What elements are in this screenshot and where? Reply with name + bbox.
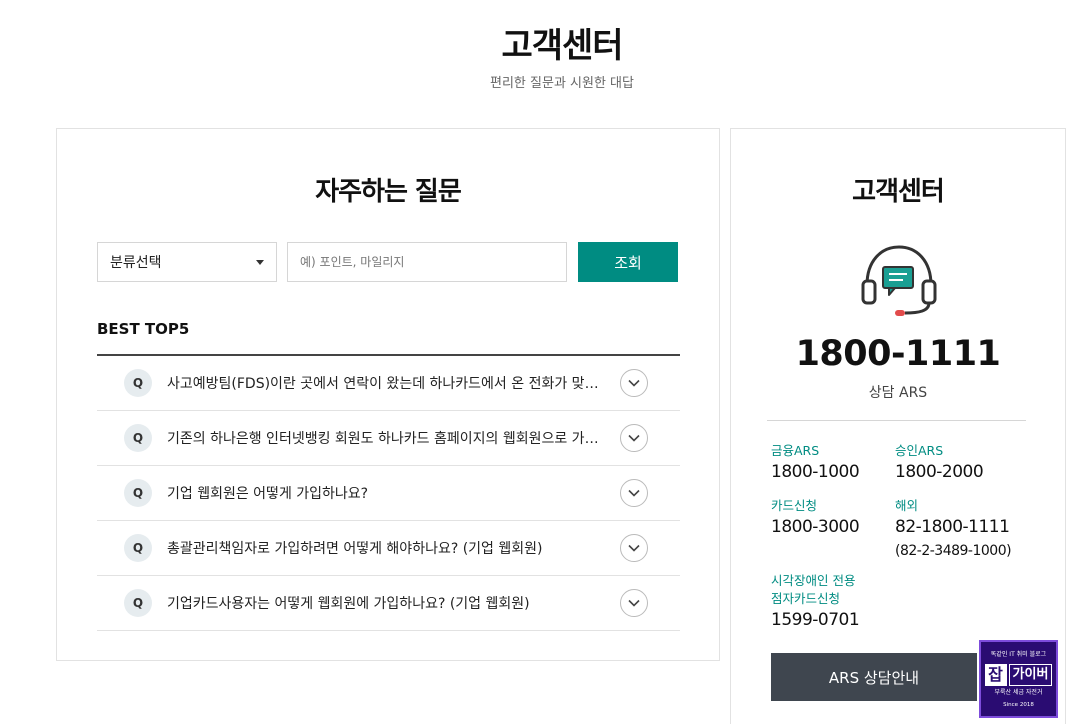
q-badge: Q xyxy=(124,589,152,617)
best-top5-heading: BEST TOP5 xyxy=(97,320,190,338)
page-title: 고객센터 xyxy=(501,26,623,66)
logo-main: 잡 가이버 xyxy=(981,664,1056,686)
logo-since-text: Since 2018 xyxy=(1003,702,1034,708)
blog-watermark-logo: 똑같인 IT 취미 블로그 잡 가이버 부룩산 세금 자전거 Since 201… xyxy=(979,640,1058,718)
phone-label: 시각장애인 전용 xyxy=(771,573,856,588)
phone-label: 카드신청 xyxy=(771,498,818,513)
faq-search-input[interactable] xyxy=(287,242,567,282)
braille-card-entry: 시각장애인 전용 점자카드신청 1599-0701 xyxy=(771,572,860,632)
faq-question: 기존의 하나은행 인터넷뱅킹 회원도 하나카드 홈페이지의 웹회원으로 가입해야… xyxy=(167,431,604,447)
faq-title: 자주하는 질문 xyxy=(315,177,462,207)
customer-center-panel: 고객센터 1800-1111 상담 ARS 금융ARS 1800-1000 승인… xyxy=(730,128,1066,724)
phone-number: 82-1800-1111 xyxy=(895,517,1010,537)
search-button[interactable]: 조회 xyxy=(578,242,678,282)
expand-chevron-icon[interactable] xyxy=(620,369,648,397)
faq-question: 총괄관리책임자로 가입하려면 어떻게 해야하나요? (기업 웹회원) xyxy=(167,541,543,557)
faq-item[interactable]: Q 총괄관리책임자로 가입하려면 어떻게 해야하나요? (기업 웹회원) xyxy=(97,521,680,576)
q-badge: Q xyxy=(124,534,152,562)
expand-chevron-icon[interactable] xyxy=(620,534,648,562)
category-select-value: 분류선택 xyxy=(110,255,162,271)
page-header: 고객센터 편리한 질문과 시원한 대답 xyxy=(0,22,1089,91)
ars-guide-button[interactable]: ARS 상담안내 xyxy=(771,653,977,701)
overseas-entry: 해외 82-1800-1111 (82-2-3489-1000) xyxy=(895,497,1012,561)
expand-chevron-icon[interactable] xyxy=(620,479,648,507)
card-application-entry: 카드신청 1800-3000 xyxy=(771,497,860,539)
phone-label: 해외 xyxy=(895,498,919,513)
logo-sub-text: 부룩산 세금 자전거 xyxy=(994,689,1043,696)
phone-number: 1800-2000 xyxy=(895,462,984,482)
page-subtitle: 편리한 질문과 시원한 대답 xyxy=(490,76,634,91)
q-badge: Q xyxy=(124,369,152,397)
faq-question: 사고예방팀(FDS)이란 곳에서 연락이 왔는데 하나카드에서 온 전화가 맞나… xyxy=(167,376,604,392)
approval-ars-entry: 승인ARS 1800-2000 xyxy=(895,442,984,484)
faq-item[interactable]: Q 사고예방팀(FDS)이란 곳에서 연락이 왔는데 하나카드에서 온 전화가 … xyxy=(97,356,680,411)
logo-box: 잡 xyxy=(984,664,1007,686)
expand-chevron-icon[interactable] xyxy=(620,424,648,452)
finance-ars-entry: 금융ARS 1800-1000 xyxy=(771,442,860,484)
expand-chevron-icon[interactable] xyxy=(620,589,648,617)
phone-label: 점자카드신청 xyxy=(771,591,841,606)
customer-center-title: 고객센터 xyxy=(852,177,945,207)
faq-panel: 자주하는 질문 분류선택 조회 BEST TOP5 Q 사고예방팀(FDS)이란… xyxy=(56,128,720,661)
phone-label: 금융ARS xyxy=(771,443,820,458)
phone-number: 1599-0701 xyxy=(771,610,860,630)
caret-down-icon xyxy=(256,259,264,265)
faq-item[interactable]: Q 기업 웹회원은 어떻게 가입하나요? xyxy=(97,466,680,521)
logo-word: 가이버 xyxy=(1008,664,1053,686)
main-phone-number: 1800-1111 xyxy=(795,334,1001,374)
faq-item[interactable]: Q 기존의 하나은행 인터넷뱅킹 회원도 하나카드 홈페이지의 웹회원으로 가입… xyxy=(97,411,680,466)
headset-icon xyxy=(861,245,937,316)
faq-list: Q 사고예방팀(FDS)이란 곳에서 연락이 왔는데 하나카드에서 온 전화가 … xyxy=(97,354,680,631)
q-badge: Q xyxy=(124,424,152,452)
logo-top-text: 똑같인 IT 취미 블로그 xyxy=(990,651,1047,658)
main-phone-label: 상담 ARS xyxy=(868,385,928,401)
divider xyxy=(767,420,1026,421)
faq-item[interactable]: Q 기업카드사용자는 어떻게 웹회원에 가입하나요? (기업 웹회원) xyxy=(97,576,680,631)
phone-sub-number: (82-2-3489-1000) xyxy=(895,543,1012,559)
phone-label: 승인ARS xyxy=(895,443,944,458)
faq-question: 기업 웹회원은 어떻게 가입하나요? xyxy=(167,486,369,502)
phone-number: 1800-1000 xyxy=(771,462,860,482)
category-select[interactable]: 분류선택 xyxy=(97,242,277,282)
phone-number: 1800-3000 xyxy=(771,517,860,537)
q-badge: Q xyxy=(124,479,152,507)
faq-question: 기업카드사용자는 어떻게 웹회원에 가입하나요? (기업 웹회원) xyxy=(167,596,530,612)
